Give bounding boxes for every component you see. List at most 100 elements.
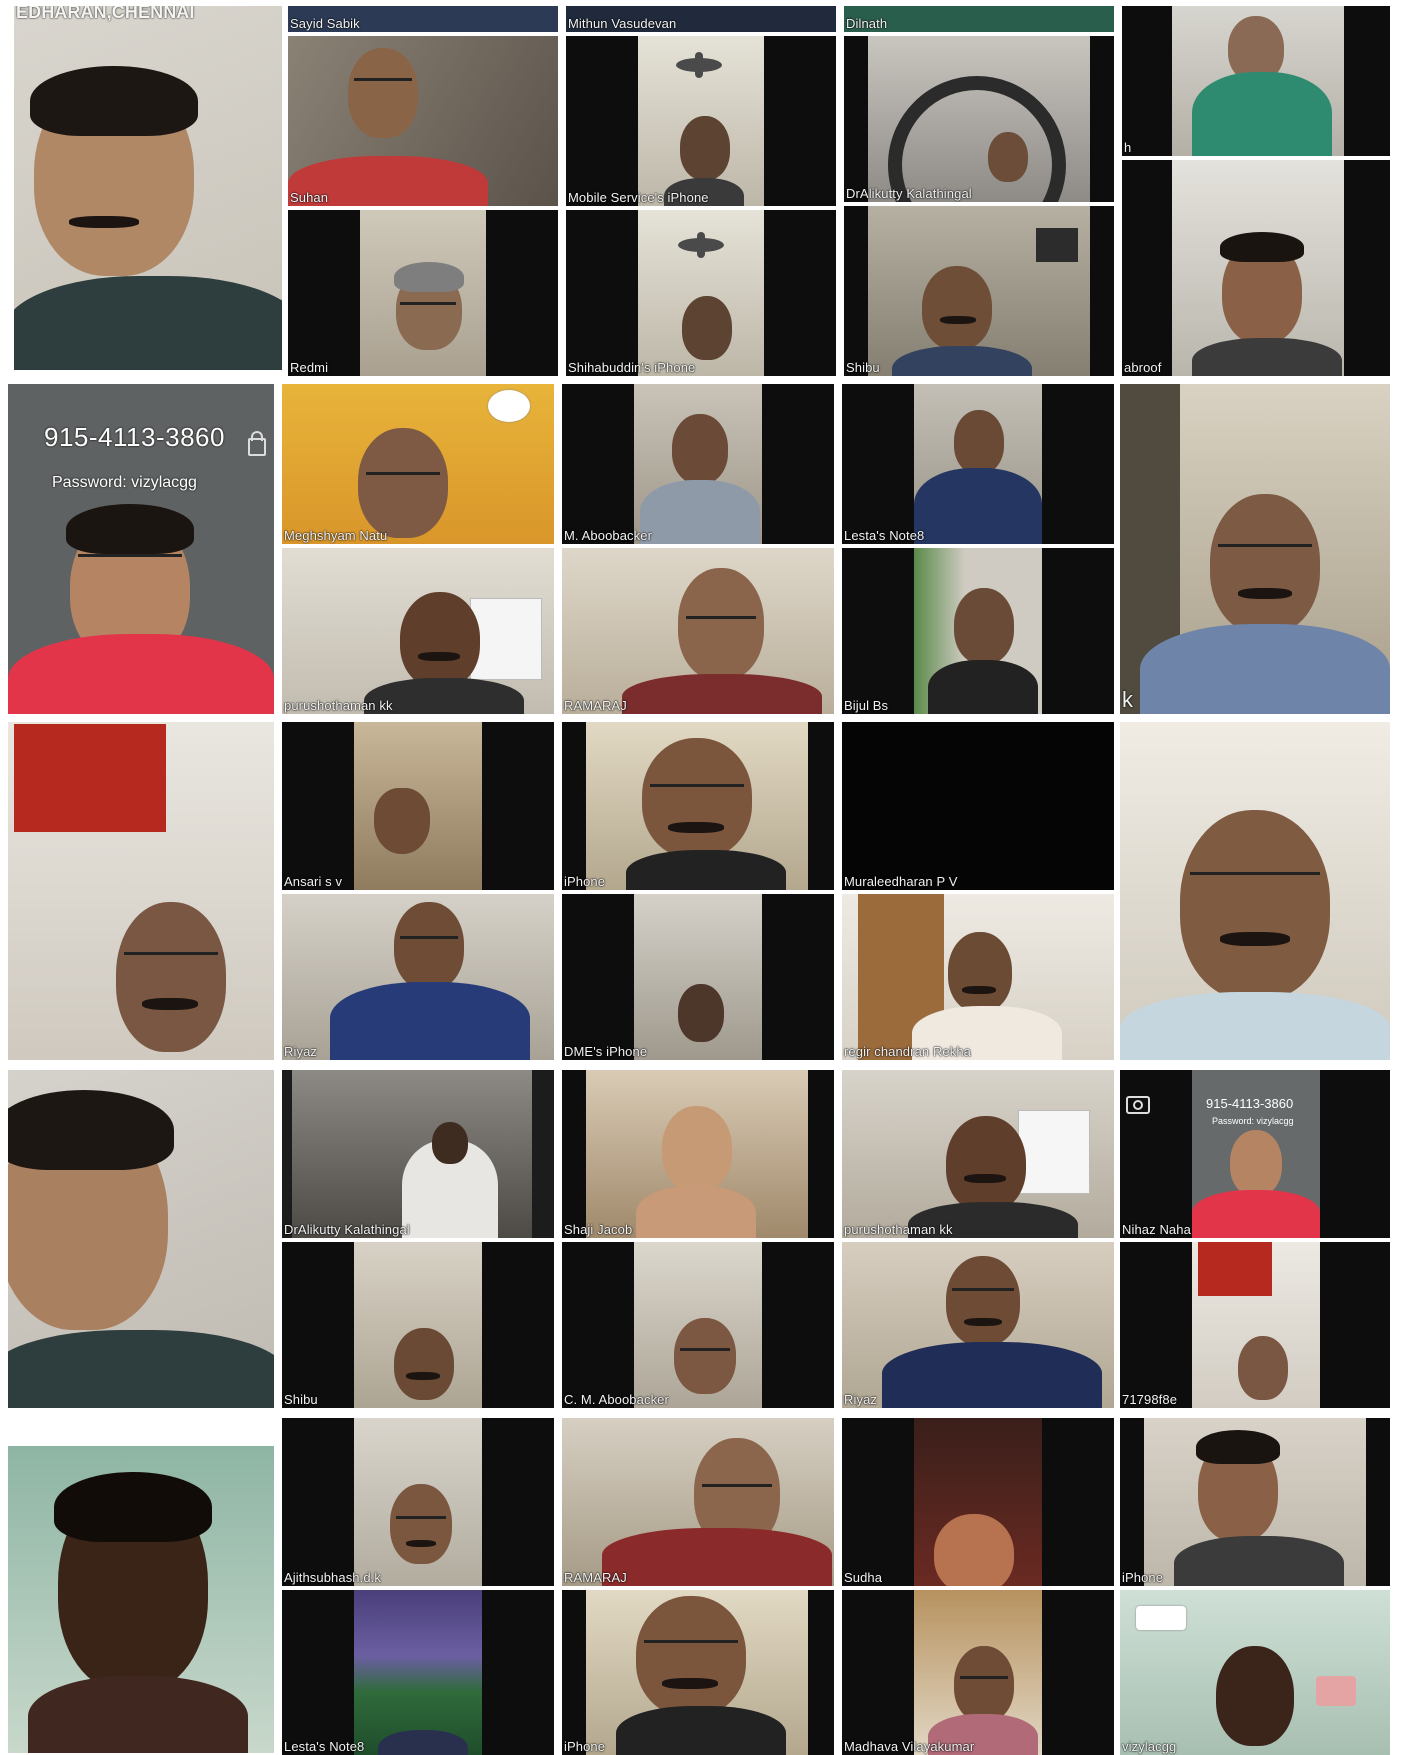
video-tile[interactable]: M. Aboobacker bbox=[562, 384, 834, 544]
video-tile[interactable]: C. M. Aboobacker bbox=[562, 1242, 834, 1408]
video-tile[interactable]: Lesta's Note8 bbox=[282, 1590, 554, 1755]
video-tile[interactable]: Suhan bbox=[288, 36, 558, 206]
participant-video bbox=[914, 384, 1042, 544]
video-tile[interactable]: iPhone bbox=[1120, 1418, 1390, 1586]
participant-video bbox=[562, 1418, 834, 1586]
participant-video bbox=[8, 1070, 274, 1408]
video-tile[interactable] bbox=[8, 722, 274, 1060]
participant-name: Muraleedharan P V bbox=[844, 874, 958, 889]
participant-video bbox=[354, 1590, 482, 1755]
participant-name: purushothaman kk bbox=[844, 1222, 953, 1237]
participant-video bbox=[914, 1418, 1042, 1586]
participant-video bbox=[638, 210, 764, 376]
participant-name: Bijul Bs bbox=[844, 698, 889, 713]
participant-video bbox=[1120, 722, 1390, 1060]
participant-name: Sudha bbox=[844, 1570, 883, 1585]
participant-video bbox=[8, 1446, 274, 1753]
video-tile[interactable]: 71798f8e bbox=[1120, 1242, 1390, 1408]
participant-video bbox=[292, 1070, 532, 1238]
participant-name: Ansari s v bbox=[284, 874, 343, 889]
video-tile[interactable]: DrAlikutty Kalathingal bbox=[282, 1070, 554, 1238]
video-tile[interactable]: Shaji Jacob bbox=[562, 1070, 834, 1238]
participant-name: Sayid Sabik bbox=[290, 16, 360, 31]
participant-name: Lesta's Note8 bbox=[844, 528, 925, 543]
participant-video bbox=[586, 1590, 808, 1755]
video-tile[interactable]: DME's iPhone bbox=[562, 894, 834, 1060]
video-tile[interactable]: Shihabuddin's iPhone bbox=[566, 210, 836, 376]
video-tile[interactable]: iPhone bbox=[562, 722, 834, 890]
participant-name: regir chandran Rekha bbox=[844, 1044, 972, 1059]
participant-name: vizylacgg bbox=[1122, 1739, 1177, 1754]
participant-name: RAMARAJ bbox=[564, 698, 627, 713]
participant-name: Shibu bbox=[284, 1392, 318, 1407]
video-tile-no-video[interactable]: Muraleedharan P V bbox=[842, 722, 1114, 890]
participant-video bbox=[586, 722, 808, 890]
video-tile-host[interactable]: 915-4113-3860 Password: vizylacgg bbox=[8, 384, 274, 714]
video-tile-speaker[interactable]: EDHARAN,CHENNAI bbox=[14, 6, 282, 370]
participant-video bbox=[914, 1590, 1042, 1755]
participant-video bbox=[634, 1242, 762, 1408]
participant-video bbox=[282, 894, 554, 1060]
participant-name: Meghshyam Natu bbox=[284, 528, 388, 543]
participant-name: M. Aboobacker bbox=[564, 528, 653, 543]
participant-name: Nihaz Naha bbox=[1122, 1222, 1191, 1237]
video-tile[interactable]: regir chandran Rekha bbox=[842, 894, 1114, 1060]
participant-video bbox=[868, 36, 1090, 202]
participant-video bbox=[1172, 160, 1344, 376]
meeting-password-small: Password: vizylacgg bbox=[1212, 1116, 1294, 1126]
video-tile[interactable]: iPhone bbox=[562, 1590, 834, 1755]
video-tile[interactable]: Sudha bbox=[842, 1418, 1114, 1586]
video-tile[interactable]: RAMARAJ bbox=[562, 1418, 834, 1586]
video-tile[interactable]: Dilnath bbox=[844, 6, 1114, 32]
camera-switch-icon[interactable] bbox=[1126, 1096, 1150, 1114]
participant-name: Shaji Jacob bbox=[564, 1222, 633, 1237]
participant-video bbox=[354, 722, 482, 890]
video-tile[interactable]: purushothaman kk bbox=[282, 548, 554, 714]
video-tile[interactable]: abroof bbox=[1122, 160, 1390, 376]
participant-name: 71798f8e bbox=[1122, 1392, 1178, 1407]
video-tile[interactable]: Lesta's Note8 bbox=[842, 384, 1114, 544]
participant-video bbox=[8, 722, 274, 1060]
participant-name: Mithun Vasudevan bbox=[568, 16, 677, 31]
video-tile[interactable]: Meghshyam Natu bbox=[282, 384, 554, 544]
gallery-strip-1: EDHARAN,CHENNAI Sayid Sabik Suhan Redmi … bbox=[0, 0, 1401, 378]
video-tile[interactable]: Riyaz bbox=[842, 1242, 1114, 1408]
participant-name: Redmi bbox=[290, 360, 329, 375]
video-tile[interactable]: DrAlikutty Kalathingal bbox=[844, 36, 1114, 202]
participant-name: C. M. Aboobacker bbox=[564, 1392, 669, 1407]
video-tile[interactable]: RAMARAJ bbox=[562, 548, 834, 714]
video-tile[interactable]: k bbox=[1120, 384, 1390, 714]
video-tile[interactable]: 915-4113-3860 Password: vizylacgg Nihaz … bbox=[1120, 1070, 1390, 1238]
video-tile[interactable]: Bijul Bs bbox=[842, 548, 1114, 714]
participant-video bbox=[586, 1070, 808, 1238]
video-tile[interactable]: h bbox=[1122, 6, 1390, 156]
video-tile[interactable]: Ajithsubhash.d.k bbox=[282, 1418, 554, 1586]
video-tile[interactable]: Redmi bbox=[288, 210, 558, 376]
video-tile[interactable]: Mobile Service's iPhone bbox=[566, 36, 836, 206]
video-tile[interactable] bbox=[8, 1070, 274, 1408]
participant-name: Ajithsubhash.d.k bbox=[284, 1570, 381, 1585]
video-tile[interactable]: vizylacgg bbox=[1120, 1590, 1390, 1755]
participant-name: h bbox=[1124, 140, 1132, 155]
video-tile[interactable]: Shibu bbox=[844, 206, 1114, 376]
participant-video: 915-4113-3860 Password: vizylacgg bbox=[1192, 1070, 1320, 1238]
participant-video bbox=[842, 894, 1114, 1060]
participant-video bbox=[868, 206, 1090, 376]
video-tile[interactable]: Shibu bbox=[282, 1242, 554, 1408]
participant-name: Madhava Vilayakumar bbox=[844, 1739, 975, 1754]
participant-name-banner: EDHARAN,CHENNAI bbox=[16, 6, 195, 22]
participant-video bbox=[282, 548, 554, 714]
video-tile[interactable]: Ansari s v bbox=[282, 722, 554, 890]
video-tile[interactable] bbox=[1120, 722, 1390, 1060]
video-tile[interactable]: purushothaman kk bbox=[842, 1070, 1114, 1238]
participant-name: iPhone bbox=[564, 1739, 606, 1754]
video-tile[interactable]: Madhava Vilayakumar bbox=[842, 1590, 1114, 1755]
video-tile[interactable] bbox=[8, 1446, 274, 1753]
video-tile[interactable]: Riyaz bbox=[282, 894, 554, 1060]
video-tile[interactable]: Sayid Sabik bbox=[288, 6, 558, 32]
ceiling-fan-icon bbox=[676, 52, 722, 78]
participant-name: iPhone bbox=[564, 874, 606, 889]
video-tile[interactable]: Mithun Vasudevan bbox=[566, 6, 836, 32]
participant-name: Riyaz bbox=[284, 1044, 318, 1059]
brand-logo bbox=[1136, 1606, 1186, 1630]
